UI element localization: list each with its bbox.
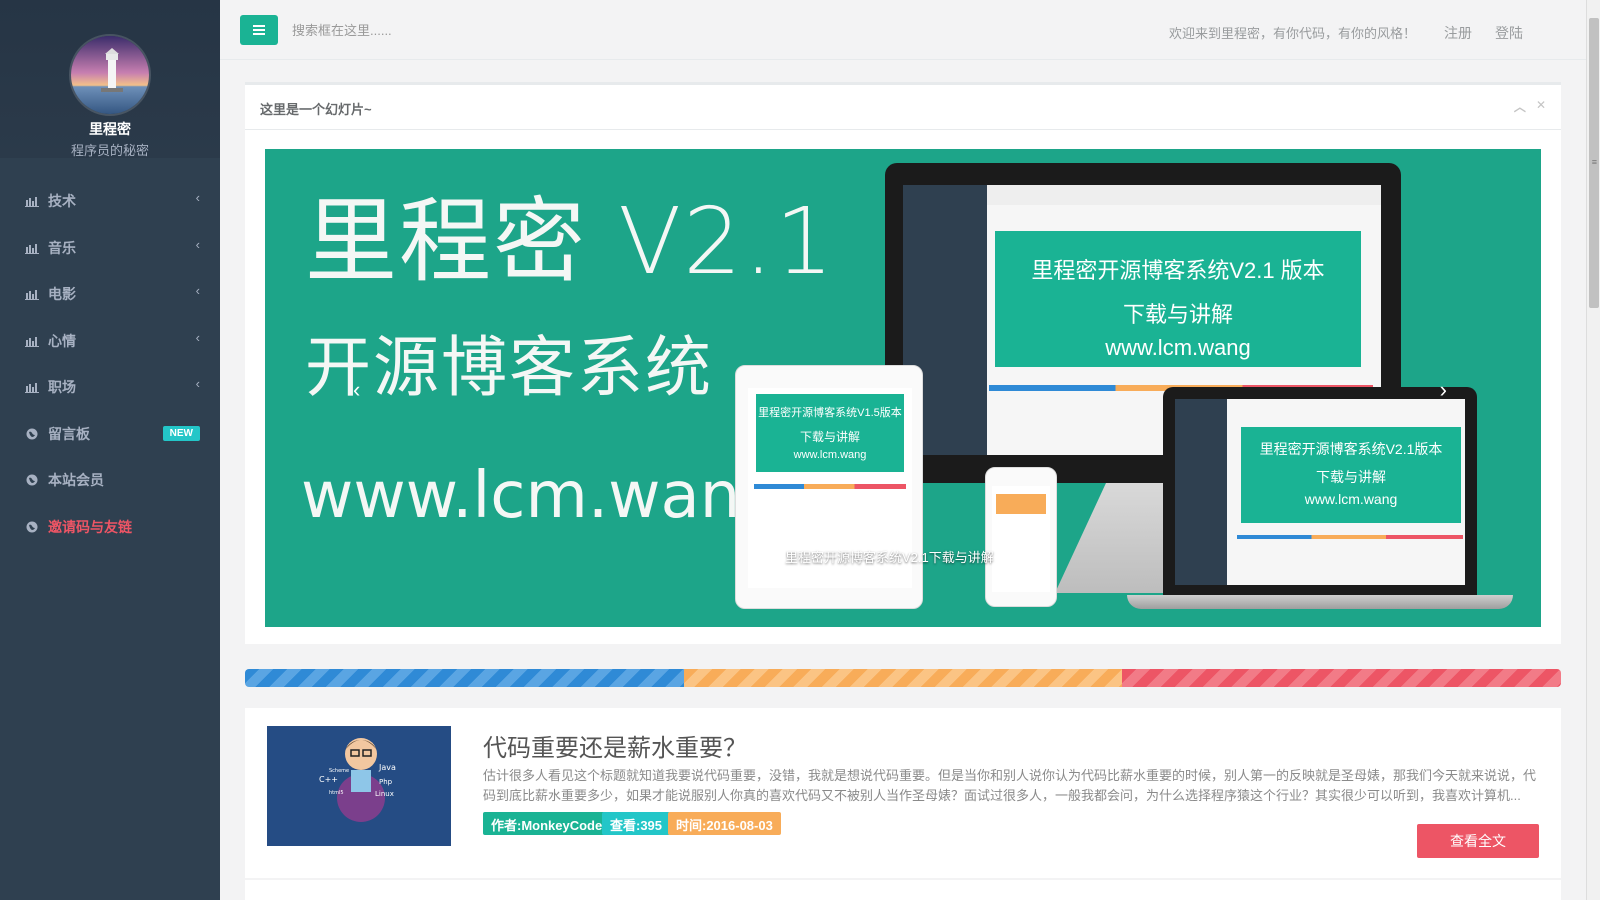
phone-mockup — [985, 467, 1057, 607]
tablet-mockup: 里程密开源博客系统V1.5版本 下载与讲解 www.lcm.wang — [735, 365, 923, 609]
slider-panel: 这里是一个幻灯片~ ︿ ✕ 里程密 V2.1 开源博客系统 www.lcm.wa… — [245, 82, 1561, 644]
author-tag: 作者:MonkeyCode — [483, 812, 611, 835]
chevron-left-icon: ‹ — [195, 236, 200, 252]
sidebar-item-movie[interactable]: 电影 ‹ — [0, 271, 220, 318]
welcome-message: 欢迎来到里程密，有你代码，有你的风格！ — [1168, 26, 1416, 41]
hamburger-icon — [253, 25, 265, 35]
panel-tools: ︿ ✕ — [1514, 98, 1546, 115]
sidebar-item-label: 职场 — [48, 379, 76, 396]
sidebar-item-music[interactable]: 音乐 ‹ — [0, 225, 220, 272]
bar-chart-icon — [24, 287, 40, 301]
next-article-card — [245, 880, 1561, 900]
slide-headline: 里程密 V2.1 — [305, 188, 836, 295]
page-scrollbar[interactable]: ≡ — [1586, 0, 1600, 900]
article-excerpt: 估计很多人看见这个标题就知道我要说代码重要，没错，我就是想说代码重要。但是当你和… — [483, 768, 1537, 803]
thumb-word-html5: html5 — [329, 790, 344, 796]
chevron-left-icon: ‹ — [195, 190, 200, 205]
thumb-word-php: Php — [379, 778, 393, 786]
login-link[interactable]: 登陆 — [1495, 23, 1523, 43]
sidebar: 里程密 程序员的秘密 技术 ‹ 音乐 ‹ 电影 ‹ 心情 ‹ 职场 ‹ 留言板 … — [0, 0, 220, 900]
sidebar-item-label: 心情 — [48, 332, 76, 349]
article-title[interactable]: 代码重要还是薪水重要？ — [483, 728, 747, 763]
tablet-slide-url: www.lcm.wang — [793, 449, 867, 461]
tablet-slide-subtitle: 下载与讲解 — [799, 430, 860, 444]
top-navbar: 欢迎来到里程密，有你代码，有你的风格！ 注册 登陆 — [220, 0, 1586, 60]
thumb-word-cpp: C++ — [319, 775, 338, 784]
chevron-left-icon: ‹ — [195, 283, 200, 298]
menu-toggle-button[interactable] — [240, 15, 278, 45]
bar-chart-icon — [24, 241, 40, 255]
carousel-slide[interactable]: 里程密 V2.1 开源博客系统 www.lcm.wang 里程密开源博客系统V2… — [265, 149, 1541, 627]
scroll-grip-icon: ≡ — [1591, 157, 1597, 167]
laptop-slide-title: 里程密开源博客系统V2.1版本 — [1259, 441, 1443, 457]
new-badge: NEW — [162, 425, 200, 441]
read-more-button[interactable]: 查看全文 — [1417, 824, 1539, 858]
carousel-prev-arrow[interactable]: ‹ — [353, 377, 360, 403]
article-card: Java Php C++ Linux Scheme html5 代码重要还是薪水… — [245, 708, 1561, 878]
chevron-left-icon: ‹ — [195, 329, 200, 345]
chevron-left-icon: ‹ — [195, 376, 200, 391]
sidebar-item-label: 技术 — [48, 193, 76, 210]
slide-url: www.lcm.wang — [301, 459, 781, 533]
tablet-slide-title: 里程密开源博客系统V1.5版本 — [758, 407, 902, 419]
thumb-word-scheme: Scheme — [329, 768, 349, 774]
sidebar-item-label: 邀请码与友链 — [48, 518, 132, 535]
monitor-slide-subtitle: 下载与讲解 — [1122, 302, 1233, 327]
decorative-stripe-bar — [245, 669, 1561, 687]
monitor-slide-title: 里程密开源博客系统V2.1 版本 — [1031, 258, 1325, 283]
laptop-mockup: 里程密开源博客系统V2.1版本 下载与讲解 www.lcm.wang — [1163, 387, 1477, 597]
laptop-base — [1127, 595, 1513, 609]
globe-icon — [24, 473, 40, 487]
carousel-next-arrow[interactable]: › — [1440, 377, 1447, 403]
sidebar-item-invite-links[interactable]: 邀请码与友链 — [0, 504, 220, 551]
globe-icon — [24, 520, 40, 534]
bar-chart-icon — [24, 334, 40, 348]
slide-caption: 里程密开源博客系统V2.1下载与讲解 — [785, 550, 994, 565]
sidebar-item-mood[interactable]: 心情 ‹ — [0, 318, 220, 365]
sidebar-item-label: 电影 — [48, 286, 76, 303]
profile-header: 里程密 程序员的秘密 — [0, 0, 220, 158]
laptop-slide-subtitle: 下载与讲解 — [1316, 469, 1386, 485]
sidebar-nav: 技术 ‹ 音乐 ‹ 电影 ‹ 心情 ‹ 职场 ‹ 留言板 NEW 本站会员 邀请… — [0, 178, 220, 550]
sidebar-item-members[interactable]: 本站会员 — [0, 457, 220, 504]
slider-panel-title: 这里是一个幻灯片~ — [260, 102, 372, 117]
views-tag: 查看:395 — [602, 812, 671, 835]
globe-icon — [24, 427, 40, 441]
article-thumbnail[interactable]: Java Php C++ Linux Scheme html5 — [267, 726, 451, 846]
sidebar-item-workplace[interactable]: 职场 ‹ — [0, 364, 220, 411]
sidebar-item-label: 留言板 — [48, 425, 90, 442]
profile-subtitle: 程序员的秘密 — [70, 143, 149, 158]
sidebar-item-label: 音乐 — [48, 239, 76, 256]
collapse-icon[interactable]: ︿ — [1514, 98, 1526, 115]
bar-chart-icon — [24, 194, 40, 208]
search-input[interactable] — [292, 18, 692, 42]
register-link[interactable]: 注册 — [1444, 23, 1472, 43]
slider-panel-header: 这里是一个幻灯片~ ︿ ✕ — [245, 85, 1561, 130]
time-tag: 时间:2016-08-03 — [668, 812, 781, 835]
profile-name: 里程密 — [89, 121, 131, 137]
thumb-word-java: Java — [378, 763, 396, 772]
laptop-slide-url: www.lcm.wang — [1304, 491, 1398, 507]
thumb-word-linux: Linux — [375, 790, 394, 798]
slide-subheadline: 开源博客系统 — [305, 329, 713, 406]
monitor-slide-url: www.lcm.wang — [1105, 335, 1251, 360]
sidebar-item-label: 本站会员 — [48, 472, 104, 489]
close-icon[interactable]: ✕ — [1536, 98, 1546, 115]
bar-chart-icon — [24, 380, 40, 394]
sidebar-item-tech[interactable]: 技术 ‹ — [0, 178, 220, 225]
avatar[interactable] — [69, 34, 151, 116]
sidebar-item-guestbook[interactable]: 留言板 NEW — [0, 411, 220, 458]
